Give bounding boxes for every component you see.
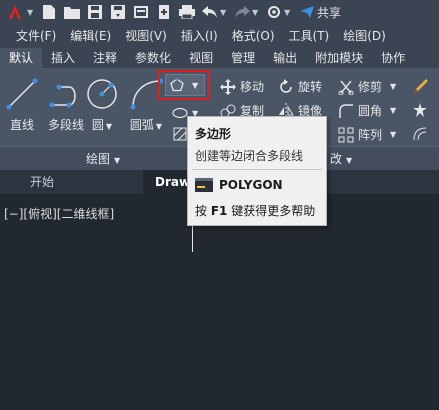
line-icon bbox=[4, 76, 40, 112]
line-tool-button[interactable]: 直线 bbox=[4, 76, 40, 133]
menu-tools[interactable]: 工具(T) bbox=[275, 27, 330, 44]
viewport-controls[interactable]: [−][俯视][二维线框] bbox=[4, 205, 114, 222]
offset-icon bbox=[412, 126, 428, 142]
menu-draw[interactable]: 绘图(D) bbox=[329, 27, 386, 44]
trim-chevron-icon[interactable]: ▼ bbox=[390, 82, 396, 91]
array-label: 阵列 bbox=[358, 128, 383, 142]
menu-view[interactable]: 视图(V) bbox=[111, 27, 167, 44]
print-icon[interactable] bbox=[178, 3, 196, 21]
drawing-canvas[interactable] bbox=[0, 194, 439, 410]
offset-tool-button[interactable] bbox=[412, 126, 432, 142]
quick-access-toolbar: ▼ ▼ ▼ ▼ 共享 bbox=[0, 0, 439, 24]
share-button[interactable]: 共享 bbox=[300, 4, 341, 21]
workspace-chevron-icon[interactable]: ▼ bbox=[284, 8, 292, 17]
array-chevron-icon[interactable]: ▼ bbox=[390, 130, 396, 139]
tab-manage[interactable]: 管理 bbox=[222, 48, 264, 68]
explode-tool-button[interactable] bbox=[412, 102, 432, 118]
open-folder-icon[interactable] bbox=[63, 3, 81, 21]
undo-icon[interactable] bbox=[201, 3, 219, 21]
workspace-icon[interactable] bbox=[265, 3, 283, 21]
rotate-tool-button[interactable]: 旋转 bbox=[278, 78, 322, 95]
fillet-icon bbox=[338, 103, 354, 119]
polyline-icon bbox=[48, 76, 84, 112]
tab-default[interactable]: 默认 bbox=[0, 48, 43, 68]
move-label: 移动 bbox=[240, 80, 265, 94]
fillet-tool-button[interactable]: 圆角 ▼ bbox=[338, 102, 396, 119]
tooltip-help: 按 F1 键获得更多帮助 bbox=[195, 202, 315, 219]
command-line-icon bbox=[195, 178, 213, 192]
highlight-box bbox=[158, 70, 210, 100]
circle-label-wrap: 圆 ▼ bbox=[92, 116, 112, 133]
erase-tool-button[interactable] bbox=[412, 78, 432, 94]
tooltip-help-key: F1 bbox=[210, 204, 228, 218]
tab-annotate[interactable]: 注释 bbox=[84, 48, 126, 68]
rotate-icon bbox=[278, 78, 294, 95]
draw-panel-title: 绘图 bbox=[86, 152, 111, 166]
tooltip-command-name: POLYGON bbox=[219, 178, 283, 192]
redo-chevron-icon[interactable]: ▼ bbox=[252, 8, 260, 17]
tooltip-divider bbox=[192, 169, 322, 170]
move-tool-button[interactable]: 移动 bbox=[220, 78, 264, 95]
tab-collaborate[interactable]: 协作 bbox=[372, 48, 414, 68]
polyline-tool-button[interactable]: 多段线 bbox=[48, 76, 84, 133]
trim-icon bbox=[338, 79, 354, 95]
erase-icon bbox=[412, 78, 428, 94]
arc-chevron-icon[interactable]: ▼ bbox=[156, 122, 162, 131]
tab-addins[interactable]: 附加模块 bbox=[306, 48, 372, 68]
circle-chevron-icon[interactable]: ▼ bbox=[106, 122, 112, 131]
send-icon bbox=[300, 6, 314, 18]
save-as-icon[interactable] bbox=[109, 3, 127, 21]
tab-drawing1[interactable]: Drawing1 bbox=[143, 170, 193, 194]
save-icon[interactable] bbox=[86, 3, 104, 21]
polygon-tooltip: 多边形 创建等边闭合多段线 POLYGON 按 F1 键获得更多帮助 bbox=[187, 116, 327, 226]
tab-output[interactable]: 输出 bbox=[264, 48, 306, 68]
circle-icon bbox=[84, 76, 120, 112]
modify-panel-label[interactable]: 改 ▼ bbox=[330, 150, 352, 167]
tab-start[interactable]: 开始 bbox=[18, 170, 66, 194]
menu-edit[interactable]: 编辑(E) bbox=[56, 27, 111, 44]
tab-parametric[interactable]: 参数化 bbox=[126, 48, 180, 68]
tooltip-title: 多边形 bbox=[195, 127, 232, 141]
modify-panel-title: 改 bbox=[330, 152, 343, 166]
circle-label: 圆 bbox=[91, 118, 104, 132]
tab-insert[interactable]: 插入 bbox=[42, 48, 84, 68]
move-icon bbox=[220, 78, 236, 95]
app-menu-chevron-icon[interactable]: ▼ bbox=[27, 8, 35, 17]
ribbon-tab-bar: 默认 插入 注释 参数化 视图 管理 输出 附加模块 协作 bbox=[0, 46, 439, 68]
ellipse-icon bbox=[172, 105, 188, 121]
tooltip-description: 创建等边闭合多段线 bbox=[195, 149, 304, 163]
undo-chevron-icon[interactable]: ▼ bbox=[220, 8, 228, 17]
modify-panel-chevron-icon: ▼ bbox=[346, 156, 353, 165]
redo-icon[interactable] bbox=[233, 3, 251, 21]
fillet-chevron-icon[interactable]: ▼ bbox=[390, 106, 396, 115]
circle-tool-button[interactable]: 圆 ▼ bbox=[84, 76, 120, 133]
menu-bar: 文件(F) 编辑(E) 视图(V) 插入(I) 格式(O) 工具(T) 绘图(D… bbox=[0, 24, 439, 46]
explode-icon bbox=[412, 102, 428, 118]
trim-tool-button[interactable]: 修剪 ▼ bbox=[338, 78, 396, 95]
polyline-label: 多段线 bbox=[48, 118, 85, 132]
trim-label: 修剪 bbox=[358, 80, 383, 94]
tooltip-command: POLYGON bbox=[195, 178, 283, 192]
draw-panel-chevron-icon: ▼ bbox=[114, 156, 121, 165]
fillet-label: 圆角 bbox=[358, 104, 383, 118]
import-icon[interactable] bbox=[155, 3, 173, 21]
hatch-icon bbox=[172, 126, 188, 142]
menu-insert[interactable]: 插入(I) bbox=[167, 27, 218, 44]
tooltip-help-suffix: 键获得更多帮助 bbox=[231, 204, 316, 218]
menu-file[interactable]: 文件(F) bbox=[0, 27, 56, 44]
tab-view[interactable]: 视图 bbox=[180, 48, 222, 68]
line-label: 直线 bbox=[9, 118, 34, 132]
tooltip-help-prefix: 按 bbox=[195, 204, 208, 218]
draw-panel-label[interactable]: 绘图 ▼ bbox=[86, 150, 120, 167]
app-logo-icon[interactable] bbox=[4, 1, 26, 23]
arc-label-wrap: 圆弧 ▼ bbox=[130, 116, 162, 133]
arc-label: 圆弧 bbox=[129, 118, 154, 132]
menu-format[interactable]: 格式(O) bbox=[218, 27, 275, 44]
web-mobile-icon[interactable] bbox=[132, 3, 150, 21]
rotate-label: 旋转 bbox=[298, 80, 323, 94]
array-tool-button[interactable]: 阵列 ▼ bbox=[338, 126, 396, 143]
new-file-icon[interactable] bbox=[40, 3, 58, 21]
share-label: 共享 bbox=[317, 5, 342, 20]
array-icon bbox=[338, 127, 354, 143]
